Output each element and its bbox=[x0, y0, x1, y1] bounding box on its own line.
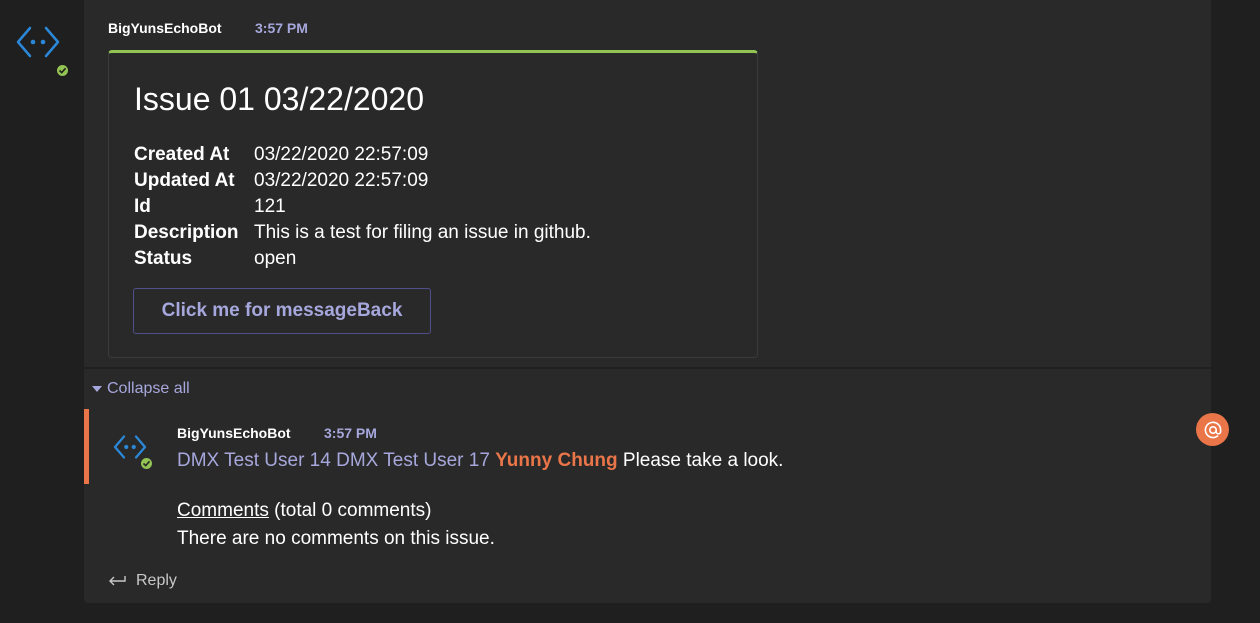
mention-user[interactable]: DMX Test User 17 bbox=[336, 450, 490, 471]
fact-value: 121 bbox=[254, 196, 286, 217]
fact-row: Status open bbox=[134, 246, 591, 272]
fact-key: Status bbox=[134, 248, 193, 269]
fact-key: Created At bbox=[134, 144, 230, 165]
thread-divider bbox=[84, 367, 1211, 369]
reply-label: Reply bbox=[136, 572, 177, 589]
fact-value: open bbox=[254, 248, 297, 269]
card-title: Issue 01 03/22/2020 bbox=[134, 81, 425, 117]
fact-row: Created At 03/22/2020 22:57:09 bbox=[134, 142, 591, 168]
fact-row: Updated At 03/22/2020 22:57:09 bbox=[134, 168, 591, 194]
fact-value: 03/22/2020 22:57:09 bbox=[254, 170, 429, 191]
fact-key: Id bbox=[134, 196, 151, 217]
fact-key: Description bbox=[134, 222, 239, 243]
message-back-button[interactable]: Click me for messageBack bbox=[133, 288, 431, 334]
mention-accent-bar bbox=[84, 409, 89, 484]
message-text: Please take a look. bbox=[622, 450, 784, 471]
fact-value: 03/22/2020 22:57:09 bbox=[254, 144, 429, 165]
available-check-icon bbox=[55, 63, 70, 78]
message-sender[interactable]: BigYunsEchoBot bbox=[108, 20, 222, 36]
bot-avatar-icon bbox=[16, 26, 60, 58]
comments-link[interactable]: Comments bbox=[177, 500, 269, 521]
fact-set: Created At 03/22/2020 22:57:09 Updated A… bbox=[134, 142, 591, 272]
reply-bot-avatar[interactable] bbox=[112, 433, 154, 471]
reply-time: 3:57 PM bbox=[324, 425, 377, 441]
caret-down-icon bbox=[92, 386, 102, 392]
reply-message: DMX Test User 14 DMX Test User 17 Yunny … bbox=[177, 450, 783, 472]
reply-sender[interactable]: BigYunsEchoBot bbox=[177, 425, 291, 441]
collapse-all-label: Collapse all bbox=[107, 380, 190, 397]
message-time: 3:57 PM bbox=[255, 20, 308, 36]
reply-arrow-icon bbox=[109, 576, 126, 586]
fact-row: Description This is a test for filing an… bbox=[134, 220, 591, 246]
bot-avatar[interactable] bbox=[14, 24, 70, 78]
at-mention-icon bbox=[1204, 421, 1221, 438]
adaptive-card: Issue 01 03/22/2020 Created At 03/22/202… bbox=[108, 50, 758, 358]
comments-count: (total 0 comments) bbox=[274, 500, 432, 521]
comments-empty-text: There are no comments on this issue. bbox=[177, 528, 495, 549]
at-mention-button[interactable] bbox=[1196, 413, 1229, 446]
collapse-all-button[interactable]: Collapse all bbox=[92, 380, 190, 398]
reply-button[interactable]: Reply bbox=[107, 572, 177, 590]
comments-header: Comments (total 0 comments) bbox=[177, 500, 431, 522]
mention-self[interactable]: Yunny Chung bbox=[495, 450, 617, 471]
mention-user[interactable]: DMX Test User 14 bbox=[177, 450, 331, 471]
fact-value: This is a test for filing an issue in gi… bbox=[254, 222, 591, 243]
available-check-icon bbox=[139, 456, 154, 471]
fact-key: Updated At bbox=[134, 170, 235, 191]
fact-row: Id 121 bbox=[134, 194, 591, 220]
